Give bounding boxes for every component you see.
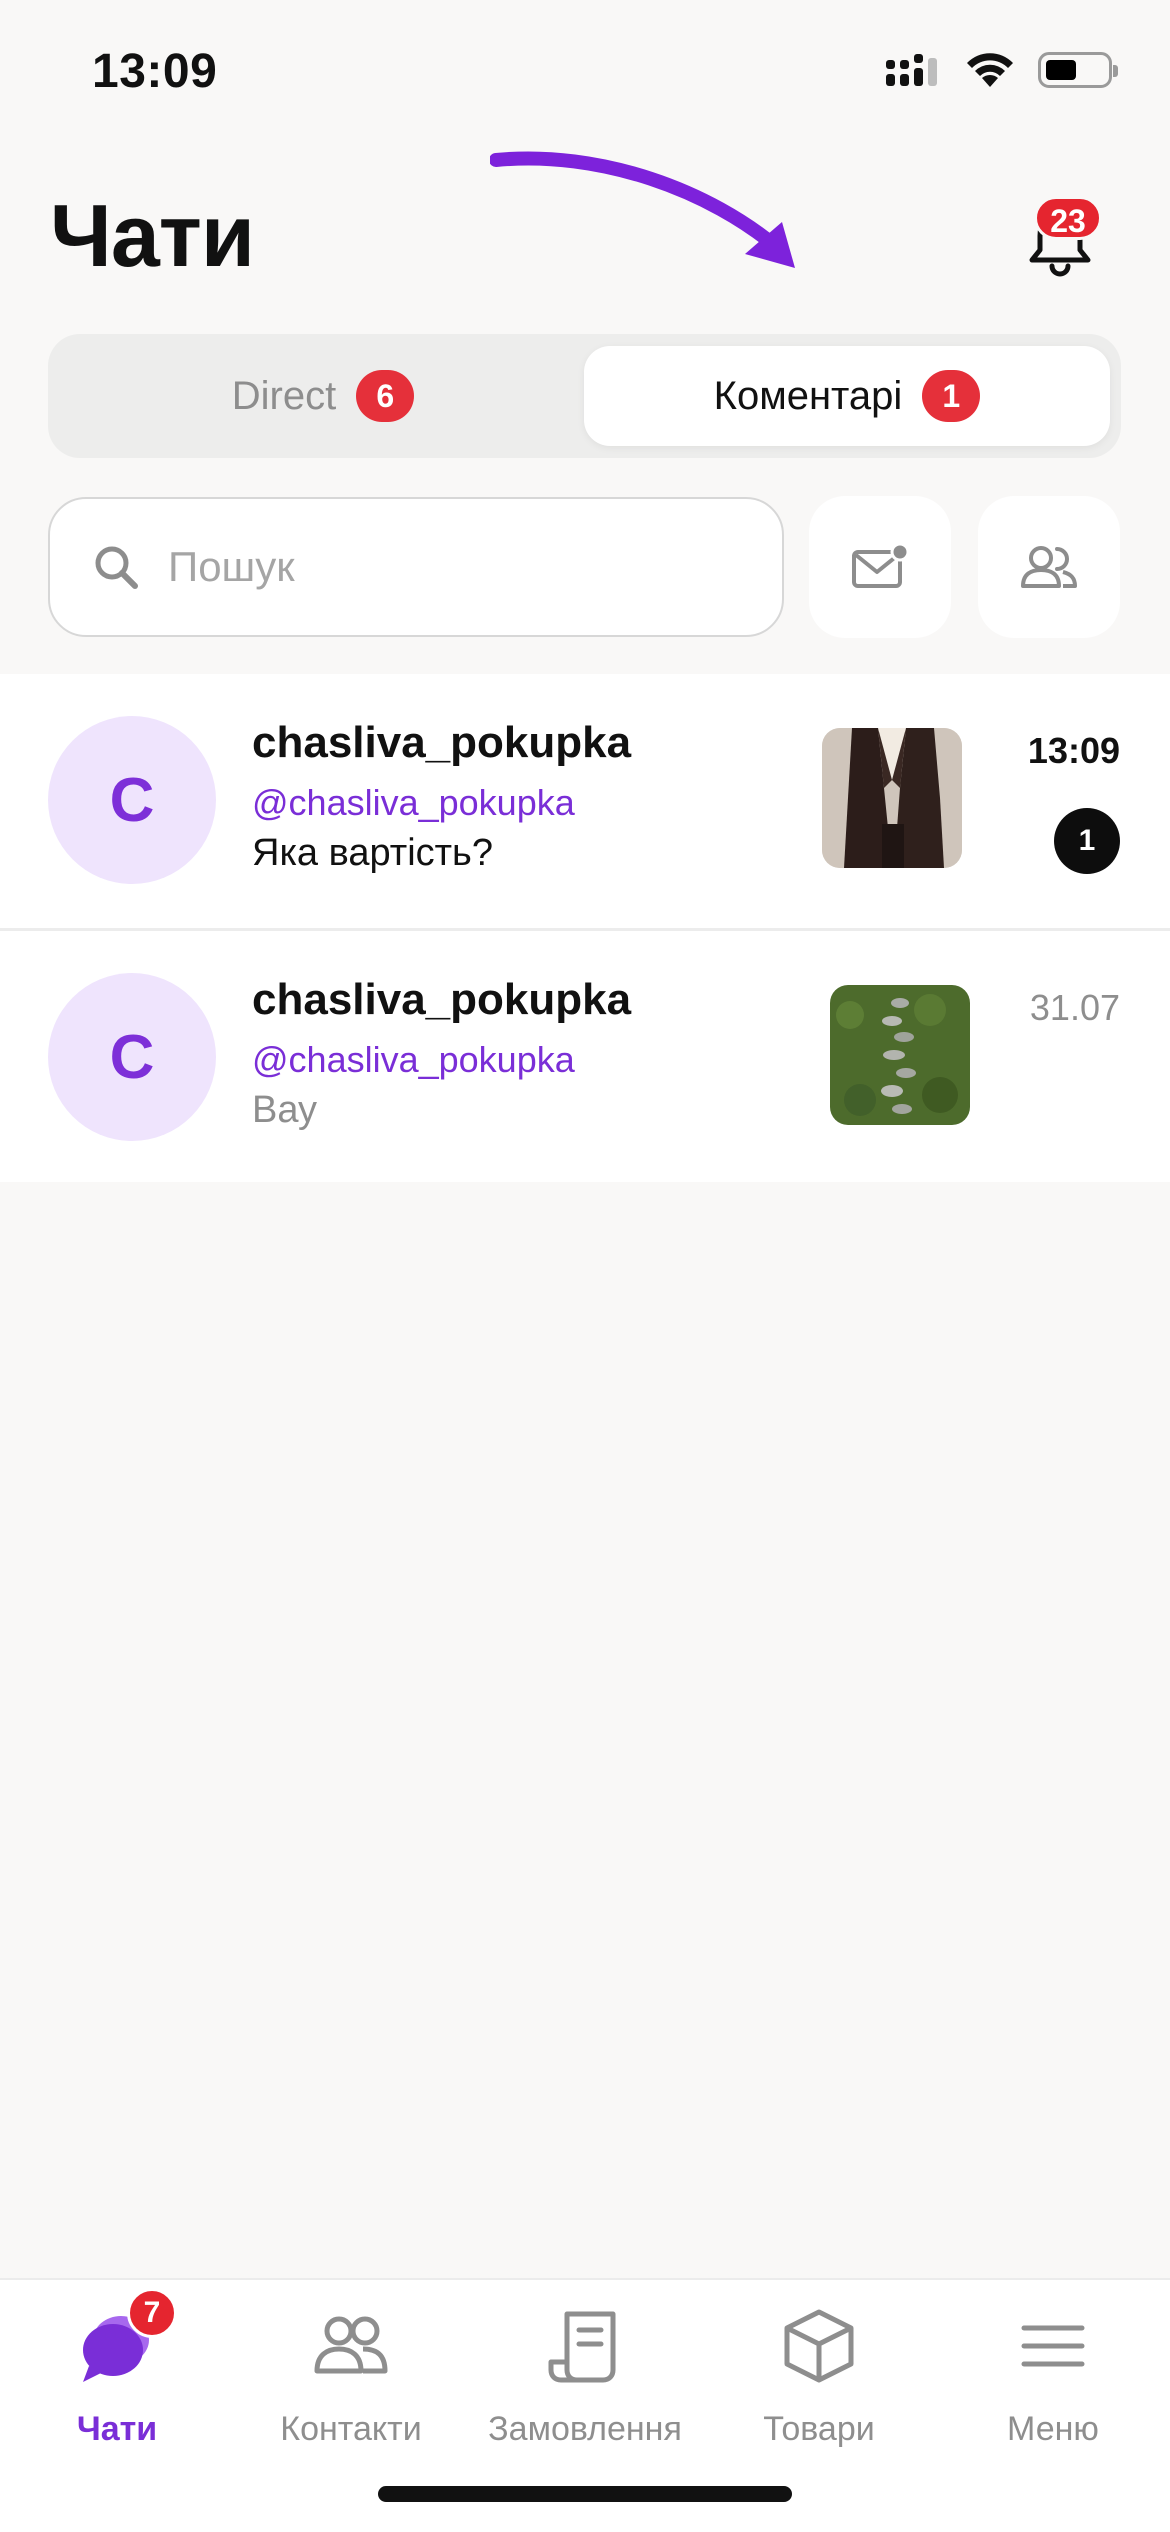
notifications-badge: 23	[1034, 196, 1102, 240]
chat-time: 31.07	[1029, 987, 1120, 1028]
post-thumbnail[interactable]	[822, 728, 962, 868]
group-filter-button[interactable]	[978, 496, 1120, 638]
mail-unread-icon	[852, 542, 910, 588]
tab-chats-badge: 7	[127, 2288, 177, 2338]
tab-chats-icon-wrap: 7	[71, 2288, 177, 2392]
chat-handle: @chasliva_pokupka	[252, 1039, 575, 1080]
tab-orders[interactable]: Замовлення	[468, 2300, 702, 2449]
tab-orders-label: Замовлення	[488, 2410, 682, 2448]
tab-contacts-icon-wrap	[305, 2300, 397, 2392]
tab-orders-icon-wrap	[539, 2300, 631, 2392]
tab-menu[interactable]: Меню	[936, 2300, 1170, 2449]
brown-suit-photo	[822, 728, 962, 868]
chat-type-segmented-control: Direct 6 Коментарі 1	[48, 334, 1121, 458]
tab-products-icon-wrap	[773, 2300, 865, 2392]
avatar: C	[48, 973, 216, 1141]
chat-name: chasliva_pokupka	[252, 718, 632, 767]
chat-list: C chasliva_pokupka @chasliva_pokupka Яка…	[0, 674, 1170, 1182]
unread-filter-button[interactable]	[809, 496, 951, 638]
tab-direct[interactable]: Direct 6	[60, 346, 586, 446]
tab-direct-badge: 6	[356, 370, 415, 422]
search-input[interactable]	[168, 543, 728, 591]
tab-menu-icon-wrap	[1007, 2300, 1099, 2392]
battery-icon	[1038, 52, 1118, 88]
page-title: Чати	[50, 186, 255, 285]
tab-products-label: Товари	[763, 2410, 875, 2448]
unread-count-badge: 1	[1054, 808, 1120, 874]
chat-list-item[interactable]: C chasliva_pokupka @chasliva_pokupka Вау…	[0, 928, 1170, 1182]
chat-handle: @chasliva_pokupka	[252, 782, 575, 823]
contacts-icon	[314, 2316, 388, 2374]
search-icon	[95, 546, 138, 589]
chat-name: chasliva_pokupka	[252, 975, 632, 1024]
box-icon	[784, 2309, 854, 2383]
tab-contacts-label: Контакти	[280, 2410, 422, 2448]
tab-menu-label: Меню	[1007, 2410, 1099, 2448]
search-field[interactable]	[48, 497, 784, 637]
tab-comments-badge: 1	[922, 370, 981, 422]
status-icons	[886, 50, 1118, 90]
wifi-icon	[967, 53, 1013, 87]
grass-stones-photo	[830, 985, 970, 1125]
orders-receipt-icon	[548, 2311, 616, 2383]
tab-comments-label: Коментарі	[713, 373, 903, 418]
tab-chats[interactable]: 7 Чати	[0, 2288, 234, 2449]
home-indicator	[378, 2486, 792, 2502]
users-group-icon	[1021, 546, 1077, 588]
hamburger-menu-icon	[1021, 2325, 1085, 2367]
tab-comments[interactable]: Коментарі 1	[584, 346, 1110, 446]
chat-list-item[interactable]: C chasliva_pokupka @chasliva_pokupka Яка…	[0, 674, 1170, 928]
tab-chats-label: Чати	[76, 2410, 158, 2448]
cellular-signal-icon	[886, 54, 937, 86]
chat-last-message: Вау	[252, 1089, 318, 1131]
post-thumbnail[interactable]	[830, 985, 970, 1125]
status-bar: 13:09	[0, 0, 1170, 150]
status-time: 13:09	[92, 45, 218, 98]
tab-products[interactable]: Товари	[702, 2300, 936, 2449]
annotation-arrow-icon	[490, 151, 795, 268]
tab-direct-label: Direct	[231, 373, 337, 418]
tab-contacts[interactable]: Контакти	[234, 2300, 468, 2449]
chat-last-message: Яка вартість?	[252, 832, 493, 874]
chat-time: 13:09	[1027, 730, 1120, 771]
avatar: C	[48, 716, 216, 884]
